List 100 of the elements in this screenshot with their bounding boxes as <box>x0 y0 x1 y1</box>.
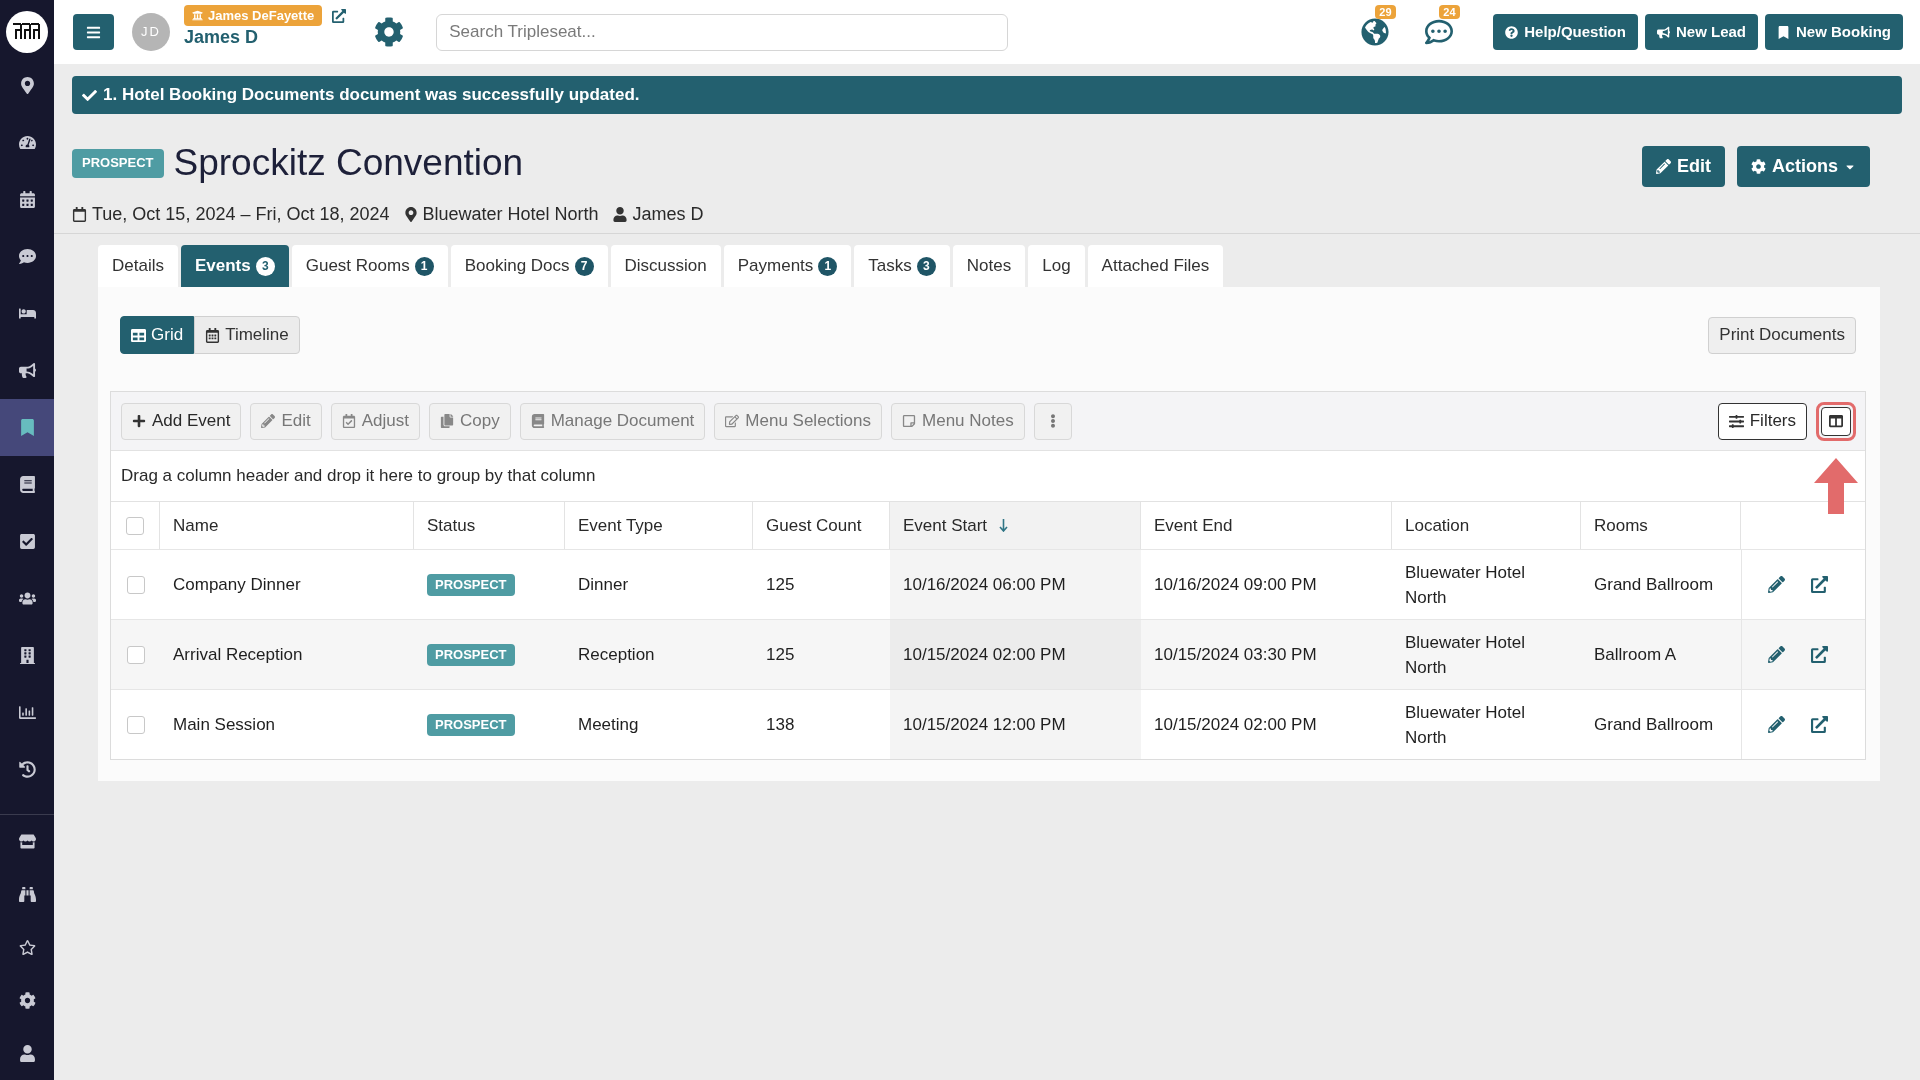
tab-count: 7 <box>574 256 594 276</box>
table-cell-text: Reception <box>578 644 655 666</box>
note-icon <box>902 414 916 428</box>
tab-count: 1 <box>414 256 434 276</box>
tab-count: 3 <box>255 256 275 276</box>
add-event-button[interactable]: Add Event <box>121 402 242 440</box>
owner-name: James D <box>632 203 704 225</box>
user-icon <box>18 1045 36 1062</box>
column-header[interactable]: Event Start <box>890 502 1141 549</box>
table-cell-text: Grand Ballroom <box>1594 714 1714 736</box>
calendar-icon <box>72 206 87 222</box>
booking-title: Sprockitz Convention <box>173 141 524 185</box>
venue-name: Bluewater Hotel North <box>422 203 599 225</box>
tab[interactable]: Booking Docs 7 <box>450 245 608 287</box>
map-pin-icon <box>403 206 418 222</box>
bookmark-icon <box>1777 25 1790 39</box>
user-name[interactable]: James D <box>184 26 347 48</box>
bookmark-icon <box>18 419 36 436</box>
pencil-icon[interactable] <box>1768 576 1785 593</box>
new-booking-button[interactable]: New Booking <box>1765 14 1903 50</box>
chat-bubble-icon[interactable] <box>1425 18 1454 46</box>
tab[interactable]: Events 3 <box>180 245 289 287</box>
tab[interactable]: Notes <box>952 245 1026 287</box>
external-link-icon[interactable] <box>1811 646 1828 663</box>
filters-button[interactable]: Filters <box>1717 402 1807 440</box>
table-cell-text: 10/16/2024 06:00 PM <box>903 574 1066 596</box>
external-link-icon[interactable] <box>1811 576 1828 593</box>
tab[interactable]: Payments 1 <box>723 245 852 287</box>
table-cell-text: Bluewater Hotel North <box>1405 561 1526 609</box>
globe-icon[interactable] <box>1361 18 1390 46</box>
search-field[interactable]: Search Tripleseat... <box>436 13 1009 51</box>
table-cell-text: 10/15/2024 02:00 PM <box>1154 714 1317 736</box>
table-cell-text: 10/15/2024 12:00 PM <box>903 714 1066 736</box>
table-cell-text: Bluewater Hotel North <box>1405 701 1526 749</box>
notification-count: 29 <box>1375 5 1396 19</box>
calendar-check-icon <box>341 414 356 428</box>
history-icon <box>18 761 36 778</box>
more-button[interactable] <box>1033 402 1072 440</box>
tab[interactable]: Tasks 3 <box>854 245 950 287</box>
actions-button[interactable]: Actions <box>1737 146 1870 187</box>
store-icon <box>18 833 36 850</box>
help-icon <box>1505 25 1519 39</box>
booking-dates: Tue, Oct 15, 2024 – Fri, Oct 18, 2024 <box>92 203 390 225</box>
tab[interactable]: Attached Files <box>1087 245 1224 287</box>
status-tag: PROSPECT <box>427 713 515 736</box>
book-icon <box>18 476 36 493</box>
table-cell-text: 10/15/2024 03:30 PM <box>1154 644 1317 666</box>
print-documents-button[interactable]: Print Documents <box>1708 316 1856 354</box>
help-button[interactable]: Help/Question <box>1493 14 1638 50</box>
check-icon <box>82 87 97 103</box>
status-tag: PROSPECT <box>427 643 515 666</box>
table-cell-text: 125 <box>766 574 795 596</box>
columns-icon <box>1829 414 1843 428</box>
table-cell-text: Company Dinner <box>173 574 301 596</box>
settings-icon[interactable] <box>374 17 405 47</box>
pencil-icon <box>261 414 276 428</box>
external-link-icon[interactable] <box>1811 716 1828 733</box>
row-checkbox[interactable] <box>126 575 145 594</box>
table-cell-text: Arrival Reception <box>173 644 303 666</box>
calendar-icon <box>205 327 221 343</box>
megaphone-icon <box>1656 25 1670 39</box>
table-cell-text: Main Session <box>173 714 276 736</box>
settings-icon <box>18 992 36 1009</box>
table-cell-text: Grand Ballroom <box>1594 574 1714 596</box>
tab[interactable]: Details <box>98 245 178 287</box>
notification-count: 24 <box>1439 5 1460 19</box>
tab-count: 1 <box>818 256 838 276</box>
building-icon <box>192 10 203 21</box>
book-icon <box>530 414 545 428</box>
new-lead-button[interactable]: New Lead <box>1644 14 1758 50</box>
account-name: James DeFayette <box>208 6 315 25</box>
tab[interactable]: Guest Rooms 1 <box>291 245 448 287</box>
edit-button[interactable]: Edit <box>1642 146 1725 187</box>
menu-icon <box>86 24 101 40</box>
table-cell-text: 10/15/2024 02:00 PM <box>903 644 1066 666</box>
table-cell-text: Ballroom A <box>1594 644 1677 666</box>
logo-icon[interactable] <box>6 10 48 53</box>
checkbox-icon <box>18 533 36 550</box>
row-checkbox[interactable] <box>126 645 145 664</box>
pencil-icon[interactable] <box>1768 646 1785 663</box>
table-cell-text: 125 <box>766 644 795 666</box>
tab[interactable]: Log <box>1028 245 1085 287</box>
sort-arrow-icon <box>999 519 1009 532</box>
table-cell-text: Dinner <box>578 574 629 596</box>
alert-message: 1. Hotel Booking Documents document was successfully updated. <box>103 84 640 107</box>
tab[interactable]: Discussion <box>610 245 721 287</box>
menu-button[interactable] <box>73 14 114 50</box>
select-all-checkbox[interactable] <box>126 516 144 535</box>
status-tag: PROSPECT <box>427 573 515 596</box>
pencil-icon[interactable] <box>1768 716 1785 733</box>
calendar-icon <box>18 191 36 208</box>
group-by-hint: Drag a column header and drop it here to group by that column <box>121 465 596 488</box>
view-toggle[interactable]: Timeline <box>194 316 300 354</box>
row-checkbox[interactable] <box>126 715 145 734</box>
external-link-icon[interactable] <box>332 8 347 23</box>
edit-icon <box>725 414 740 428</box>
view-toggle[interactable]: Grid <box>120 316 195 354</box>
building-icon <box>18 647 36 664</box>
map-pin-icon <box>18 77 36 94</box>
megaphone-icon <box>18 362 36 379</box>
